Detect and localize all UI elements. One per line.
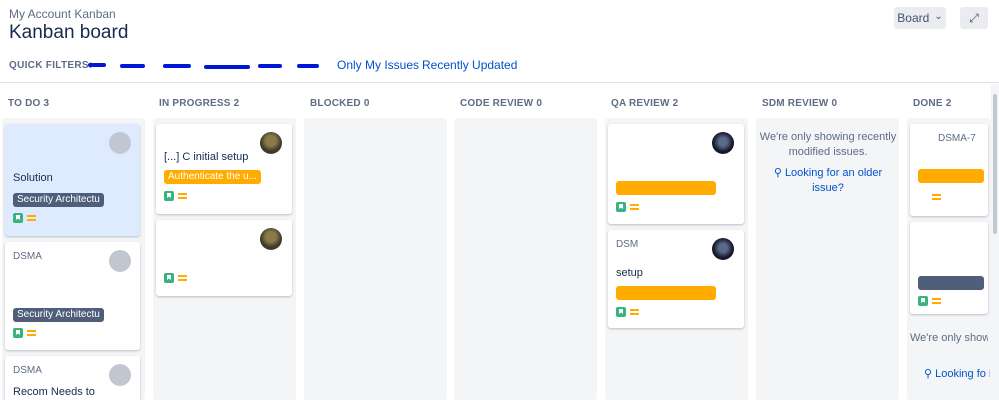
issue-card[interactable]: DSMA Security Architectu [5,242,140,350]
column-sdm-review[interactable] [756,118,899,400]
issue-key: DSMA [13,251,42,262]
avatar [712,238,734,260]
expand-icon: ⤢ [969,10,979,25]
fullscreen-button[interactable]: ⤢ [960,7,988,29]
avatar [712,132,734,154]
priority-medium-icon [27,330,36,336]
issue-card[interactable]: DSM setup [608,230,744,328]
card-summary: Solution [13,172,53,184]
column-code-review[interactable] [454,118,597,400]
story-icon [13,328,23,338]
column-header-done: DONE 2 [913,98,952,109]
story-icon [616,202,626,212]
avatar [109,364,131,386]
board-menu-button[interactable]: Board ⌄ [894,7,946,29]
older-issues-link[interactable]: ⚲ Looking fo issue? [924,367,990,382]
quick-filters-label: QUICK FILTERS: [9,60,93,71]
column-header-in-progress: IN PROGRESS 2 [159,98,240,109]
search-icon: ⚲ [773,167,785,179]
avatar [260,228,282,250]
issue-card[interactable] [608,124,744,224]
redaction-mark [120,64,145,68]
older-issues-link[interactable]: ⚲ Looking for an older issue? [770,166,886,196]
column-header-code-review: CODE REVIEW 0 [460,98,543,109]
priority-medium-icon [630,309,639,315]
issue-key: DSMA [13,365,42,376]
card-summary: [...] C initial setup [164,151,249,163]
recent-issues-info: We're only showing recently modified iss… [759,131,897,158]
column-header-blocked: BLOCKED 0 [310,98,370,109]
recent-issues-info: We're only show modified is [910,332,988,344]
priority-medium-icon [630,204,639,210]
epic-label: Security Architectu [13,308,104,322]
scrollbar-thumb[interactable] [993,94,997,234]
redaction-mark [88,63,106,67]
avatar [109,132,131,154]
avatar [109,250,131,272]
breadcrumb[interactable]: My Account Kanban [9,7,116,21]
issue-key: DSM [616,239,639,250]
card-summary: setup [616,267,643,279]
avatar [260,132,282,154]
issue-card[interactable]: [...] C initial setup Authenticate the u… [156,124,292,214]
epic-label [616,286,716,300]
epic-label [918,276,984,290]
card-summary: Recom Needs to [13,386,95,398]
priority-medium-icon [932,298,941,304]
board-button-label: Board [897,11,930,25]
issue-card[interactable] [156,220,292,296]
redaction-mark [258,64,282,68]
epic-label: Authenticate the u... [164,170,261,184]
redaction-mark [163,64,191,68]
quick-filter-recently-updated[interactable]: Recently Updated [422,58,517,72]
issue-card[interactable]: DSMA Recom Needs to [5,356,140,400]
page-title: Kanban board [9,22,129,43]
priority-medium-icon [178,275,187,281]
issue-card[interactable] [910,222,988,314]
story-icon [616,307,626,317]
column-header-qa-review: QA REVIEW 2 [611,98,679,109]
story-icon [164,191,174,201]
priority-medium-icon [178,193,187,199]
issue-card[interactable]: DSMA-7 [910,124,988,216]
redaction-mark [204,65,250,69]
story-icon [164,273,174,283]
epic-label [616,181,716,195]
search-icon: ⚲ [924,368,936,380]
epic-label: Security Architectu [13,193,104,207]
chevron-down-icon: ⌄ [934,11,943,22]
epic-label [918,169,984,183]
issue-key: DSMA-7 [938,133,976,144]
vertical-scrollbar[interactable] [991,84,999,400]
priority-medium-icon [932,194,941,200]
column-blocked[interactable] [304,118,447,400]
divider [0,82,999,83]
column-header-todo: TO DO 3 [8,98,50,109]
redaction-mark [297,64,319,68]
story-icon [918,296,928,306]
story-icon [13,213,23,223]
issue-card[interactable]: Solution Security Architectu [5,124,140,236]
priority-medium-icon [27,215,36,221]
quick-filter-only-my-issues[interactable]: Only My Issues [337,58,419,72]
column-header-sdm-review: SDM REVIEW 0 [762,98,838,109]
